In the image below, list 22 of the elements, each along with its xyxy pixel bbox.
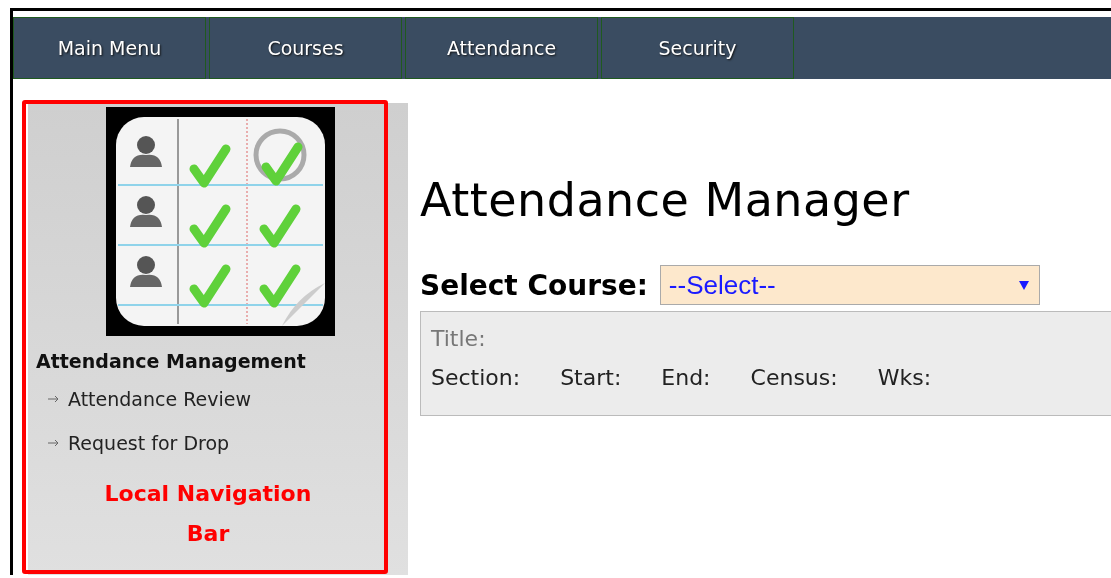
nav-tab[interactable]: Main Menu — [13, 17, 206, 79]
field-label: Start: — [560, 365, 622, 390]
field-label: Title: — [431, 326, 487, 351]
field-label: End: — [661, 365, 711, 390]
field-label: Section: — [431, 365, 521, 390]
sidebar-heading: Attendance Management — [36, 350, 307, 372]
arrow-icon — [48, 439, 60, 447]
course-select[interactable]: --Select-- — [659, 265, 1040, 305]
attendance-sheet-icon — [106, 107, 335, 336]
nav-tab[interactable]: Courses — [209, 17, 402, 79]
field-label: Census: — [750, 365, 838, 390]
annotation-text: Local Navigation — [103, 480, 313, 508]
sidebar-link[interactable]: Attendance Review — [68, 388, 251, 410]
course-label: Select Course: — [420, 268, 648, 302]
annotation-text: Bar — [185, 520, 231, 548]
nav-tab[interactable]: Security — [601, 17, 794, 79]
nav-tab[interactable]: Attendance — [405, 17, 598, 79]
sidebar-link[interactable]: Request for Drop — [68, 432, 230, 454]
caret-icon — [1018, 280, 1029, 290]
page-title: Attendance Manager — [420, 173, 911, 227]
field-label: Wks: — [877, 365, 932, 390]
arrow-icon — [48, 395, 60, 403]
